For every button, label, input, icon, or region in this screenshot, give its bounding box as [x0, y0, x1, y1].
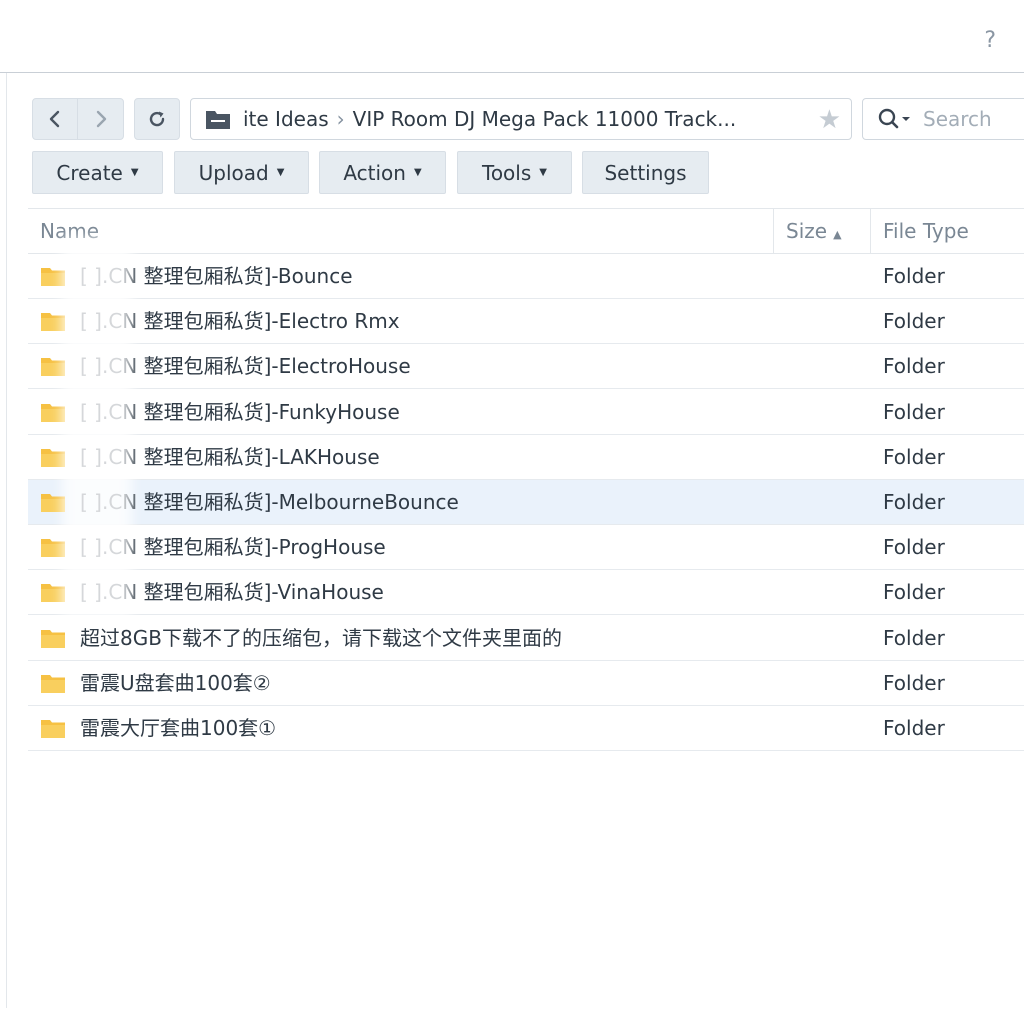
file-type: Folder [883, 625, 945, 650]
table-row[interactable]: [ ].CN 整理包厢私货]-MelbourneBounce Folder [28, 480, 1024, 525]
refresh-button[interactable] [134, 98, 180, 140]
upload-button[interactable]: Upload ▼ [174, 151, 309, 194]
caret-down-icon: ▼ [539, 167, 547, 178]
table-row[interactable]: [ ].CN 整理包厢私货]-Bounce Folder [28, 254, 1024, 299]
caret-down-icon: ▼ [413, 167, 422, 178]
create-button[interactable]: Create ▼ [32, 151, 163, 194]
column-header-size[interactable]: Size ▲ [773, 209, 870, 253]
back-button[interactable] [32, 98, 78, 140]
tools-label: Tools [482, 160, 532, 185]
file-name[interactable]: 超过8GB下载不了的压缩包，请下载这个文件夹里面的 [80, 616, 562, 660]
file-type: Folder [883, 670, 945, 695]
file-type: Folder [883, 716, 945, 740]
column-header-name[interactable]: Name [28, 209, 773, 253]
table-row[interactable]: [ ].CN 整理包厢私货]-ProgHouse Folder [28, 525, 1024, 571]
upload-label: Upload [198, 160, 269, 185]
file-name[interactable]: 雷震大厅套曲100套① [80, 706, 276, 750]
action-label: Action [343, 160, 406, 185]
file-type: Folder [883, 399, 945, 424]
window-header: ? [0, 0, 1024, 73]
folder-icon [41, 720, 65, 738]
redaction-blur [62, 238, 132, 618]
table-row[interactable]: 雷震大厅套曲100套① Folder [28, 706, 1024, 751]
file-type: Folder [883, 354, 945, 379]
help-icon[interactable]: ? [984, 28, 996, 53]
star-icon[interactable]: ★ [818, 105, 841, 135]
file-type: Folder [883, 535, 945, 560]
table-row[interactable]: [ ].CN 整理包厢私货]-FunkyHouse Folder [28, 390, 1024, 435]
forward-button[interactable] [77, 98, 124, 140]
file-type: Folder [883, 490, 945, 514]
folder-icon [41, 629, 65, 648]
table-row[interactable]: [ ].CN 整理包厢私货]-Electro Rmx Folder [28, 299, 1024, 345]
column-file-type-label: File Type [883, 219, 969, 243]
file-type: Folder [883, 264, 945, 288]
caret-down-icon: ▼ [276, 167, 285, 178]
caret-down-icon: ▼ [130, 167, 139, 178]
file-type: Folder [883, 309, 945, 334]
file-type: Folder [883, 580, 945, 605]
tools-button[interactable]: Tools ▼ [457, 151, 572, 194]
table-row[interactable]: 超过8GB下载不了的压缩包，请下载这个文件夹里面的 Folder [28, 616, 1024, 661]
table-row[interactable]: [ ].CN 整理包厢私货]-ElectroHouse Folder [28, 344, 1024, 390]
table-row[interactable]: [ ].CN 整理包厢私货]-VinaHouse Folder [28, 570, 1024, 616]
search-icon[interactable] [877, 107, 917, 131]
file-name[interactable]: 雷震U盘套曲100套② [80, 661, 271, 705]
folder-icon [41, 674, 65, 693]
folder-dark-icon [206, 111, 230, 129]
path-bar[interactable]: ite Ideas › VIP Room DJ Mega Pack 11000 … [190, 98, 852, 140]
create-label: Create [56, 160, 123, 185]
settings-label: Settings [604, 160, 687, 185]
settings-button[interactable]: Settings [582, 151, 709, 194]
action-button[interactable]: Action ▼ [319, 151, 446, 194]
table-row[interactable]: [ ].CN 整理包厢私货]-LAKHouse Folder [28, 435, 1024, 480]
search-box[interactable]: Search [862, 98, 1024, 140]
sort-ascending-icon: ▲ [833, 228, 842, 241]
breadcrumb-item-current[interactable]: VIP Room DJ Mega Pack 11000 Track... [353, 107, 737, 131]
file-name[interactable]: [ ].CN 整理包厢私货]-MelbourneBounce [80, 480, 459, 524]
grid-header: Name Size ▲ File Type [28, 208, 1024, 254]
chevron-right-icon [96, 110, 106, 128]
column-size-label: Size [786, 219, 828, 243]
chevron-left-icon [49, 110, 60, 128]
table-row[interactable]: 雷震U盘套曲100套② Folder [28, 661, 1024, 706]
file-type: Folder [883, 444, 945, 469]
refresh-icon [149, 111, 165, 127]
column-header-file-type[interactable]: File Type [870, 209, 1024, 253]
search-input[interactable]: Search [923, 107, 992, 131]
breadcrumb-separator: › [336, 107, 345, 131]
breadcrumb-item[interactable]: ite Ideas [243, 107, 329, 131]
